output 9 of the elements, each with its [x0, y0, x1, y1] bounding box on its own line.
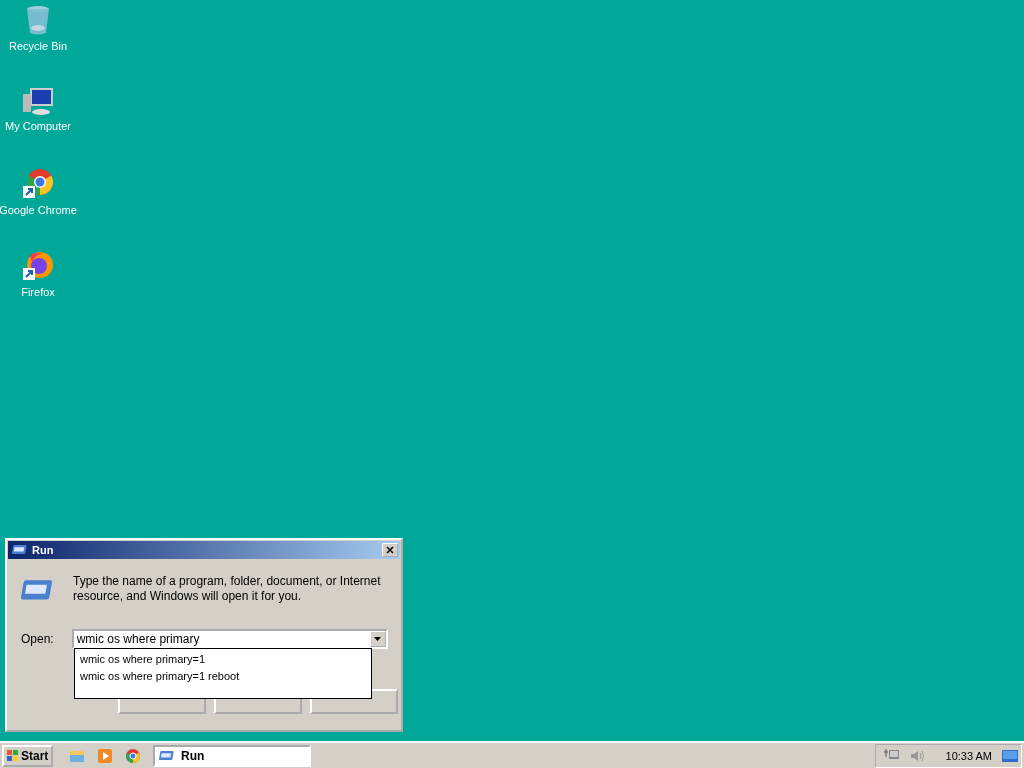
open-label: Open: — [21, 631, 54, 646]
suggestion-item[interactable]: wmic os where primary=1 — [80, 651, 371, 668]
window-title: Run — [32, 544, 55, 556]
suggestion-item[interactable]: wmic os where primary=1 reboot — [80, 668, 371, 685]
open-combo-field[interactable]: wmic os where primary — [71, 628, 388, 649]
instruction-text: Type the name of a program, folder, document, or Internet resource, and Windows will open it for you. — [73, 574, 382, 604]
taskbar-task[interactable]: Run — [153, 744, 311, 767]
start-button[interactable]: Start — [2, 744, 53, 767]
clock[interactable]: 10:33 AM — [945, 749, 992, 762]
